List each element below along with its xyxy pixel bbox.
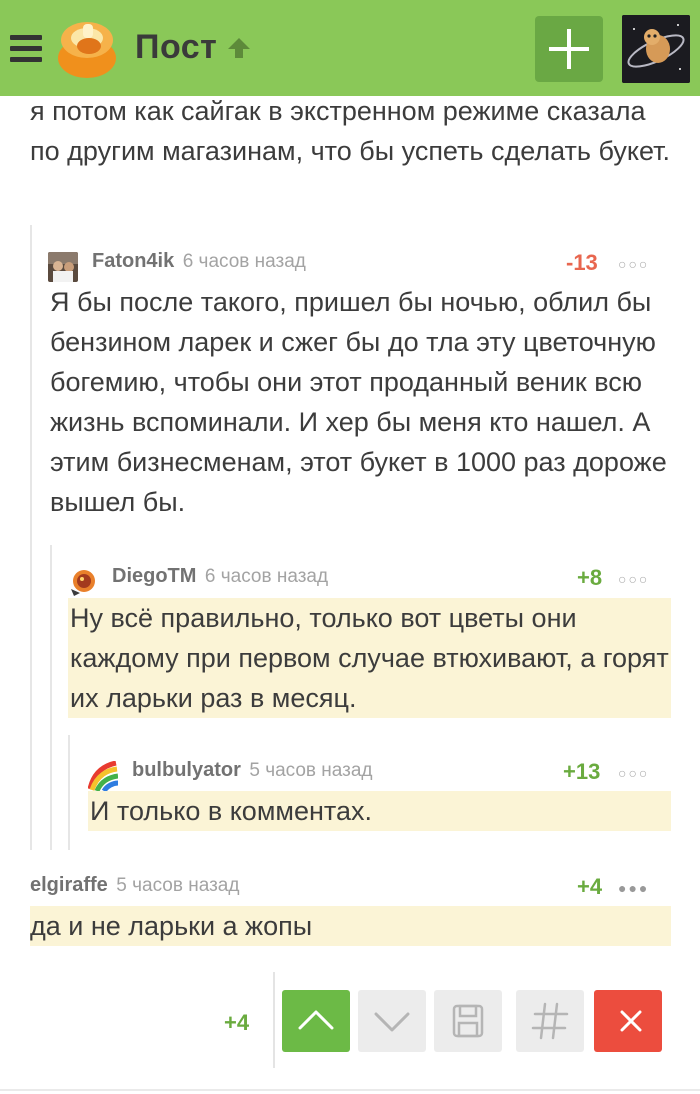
- chevron-up-icon: [298, 1010, 334, 1030]
- hash-icon: [531, 1002, 569, 1040]
- user-avatar[interactable]: [622, 15, 690, 83]
- post-score: +4: [224, 1010, 250, 1035]
- comment-time: 6 часов назад: [182, 251, 306, 272]
- upvote-button[interactable]: [282, 990, 350, 1052]
- floppy-disk-icon: [452, 1004, 484, 1038]
- comment-rating: -13: [566, 250, 598, 275]
- more-icon[interactable]: ○○○: [618, 256, 649, 272]
- comment-time: 6 часов назад: [204, 566, 329, 587]
- chevron-down-icon: [374, 1012, 410, 1032]
- comment-text: да и не ларьки а жопы: [30, 906, 671, 946]
- comment-author[interactable]: elgiraffe: [30, 874, 108, 896]
- add-post-button[interactable]: [535, 16, 603, 82]
- parent-comment-text: я потом как сайгак в экстренном режиме с…: [30, 96, 670, 166]
- comment: DiegoTM 6 часов назад +8 ○○○ Ну всё прав…: [68, 563, 688, 723]
- thread-line: [50, 545, 52, 850]
- hide-post-button[interactable]: [594, 990, 662, 1052]
- more-icon[interactable]: ○○○: [618, 765, 649, 781]
- more-icon[interactable]: ●●●: [618, 880, 649, 896]
- hashtag-button[interactable]: [516, 990, 584, 1052]
- comment-text: И только в комментах.: [88, 791, 671, 831]
- thread-line: [30, 225, 32, 850]
- comment-text: Ну всё правильно, только вот цветы они к…: [68, 598, 671, 718]
- bottom-divider: [0, 1089, 700, 1091]
- cupcake-logo[interactable]: [56, 18, 118, 80]
- comment: Faton4ik 6 часов назад -13 ○○○ Я бы посл…: [48, 248, 688, 528]
- comment-rating: +8: [577, 565, 603, 590]
- comment-time: 5 часов назад: [116, 875, 240, 896]
- downvote-button[interactable]: [358, 990, 426, 1052]
- more-icon[interactable]: ○○○: [618, 571, 649, 587]
- hamburger-icon[interactable]: [10, 35, 42, 63]
- page-title: Пост: [135, 28, 218, 66]
- save-button[interactable]: [434, 990, 502, 1052]
- comment-text: Я бы после такого, пришел бы ночью, обли…: [50, 287, 667, 517]
- avatar[interactable]: [48, 252, 78, 282]
- comment-time: 5 часов назад: [249, 760, 373, 781]
- comment: elgiraffe 5 часов назад +4 ●●● да и не л…: [30, 872, 690, 952]
- comment: bulbulyator 5 часов назад +13 ○○○ И толь…: [88, 757, 688, 837]
- comment-rating: +4: [577, 874, 603, 899]
- arrow-up-icon[interactable]: [226, 36, 252, 67]
- comment-rating: +13: [563, 759, 601, 784]
- action-divider: [273, 972, 275, 1068]
- thread-line: [68, 735, 70, 850]
- avatar[interactable]: [68, 567, 98, 597]
- close-icon: [620, 1010, 642, 1032]
- top-bar: Пост: [0, 0, 700, 96]
- avatar[interactable]: [88, 761, 118, 791]
